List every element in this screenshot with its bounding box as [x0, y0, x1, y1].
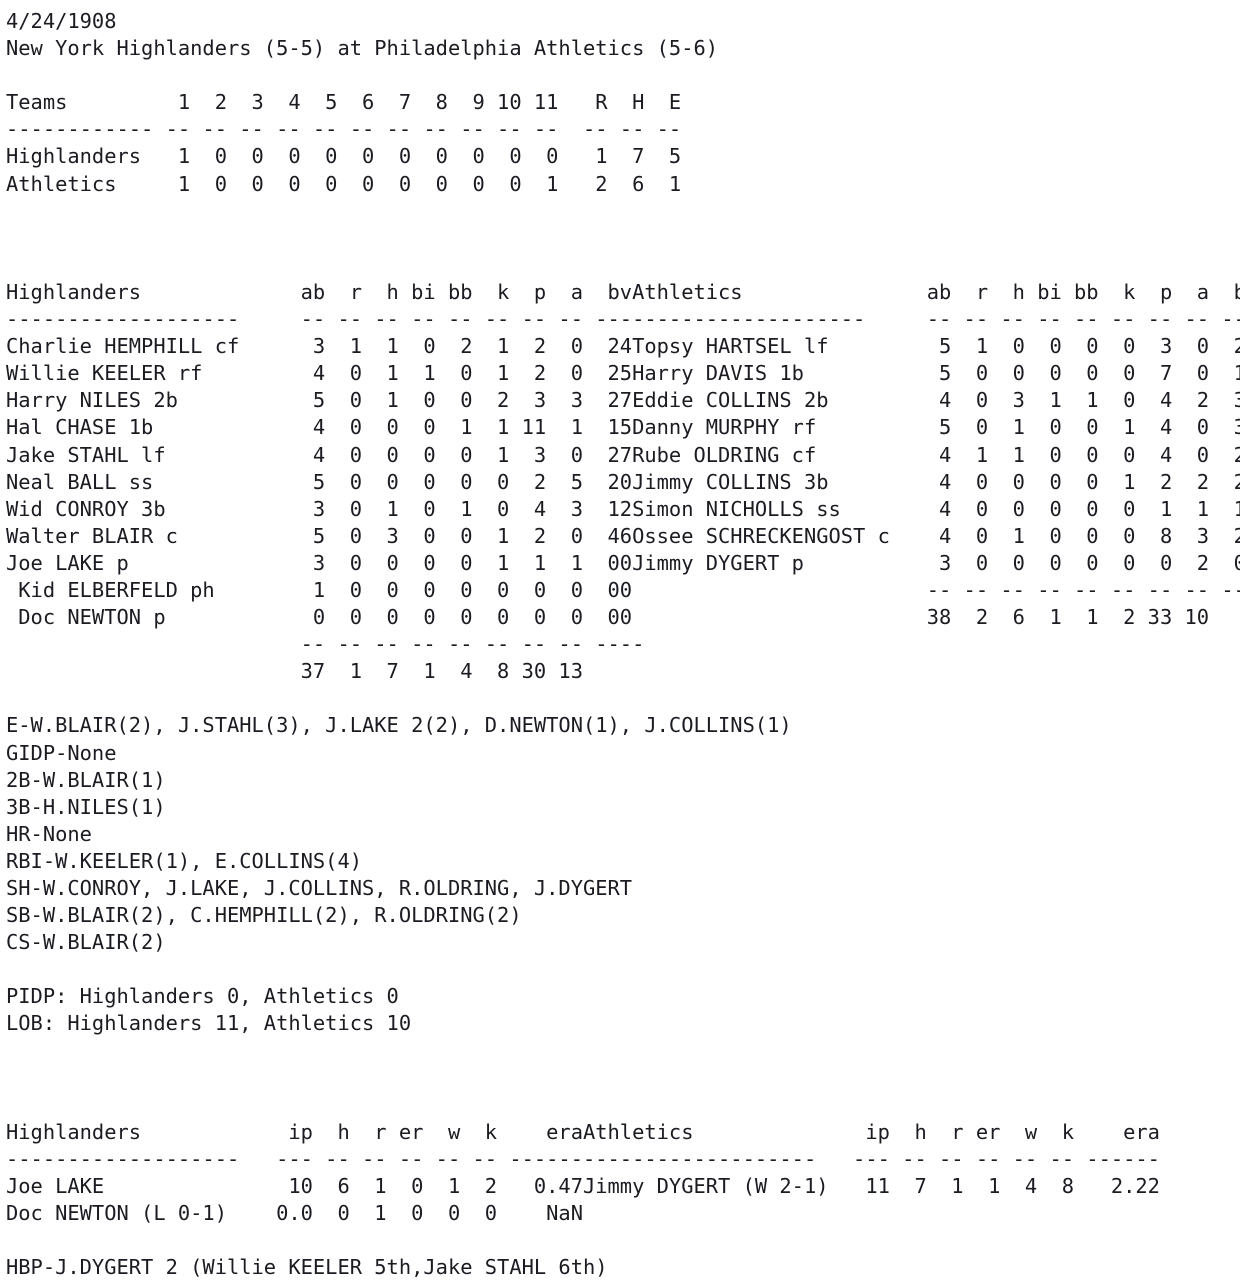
box-score-sheet: 4/24/1908 New York Highlanders (5-5) at …: [0, 0, 1240, 1281]
box-score-text: 4/24/1908 New York Highlanders (5-5) at …: [6, 9, 1240, 1280]
